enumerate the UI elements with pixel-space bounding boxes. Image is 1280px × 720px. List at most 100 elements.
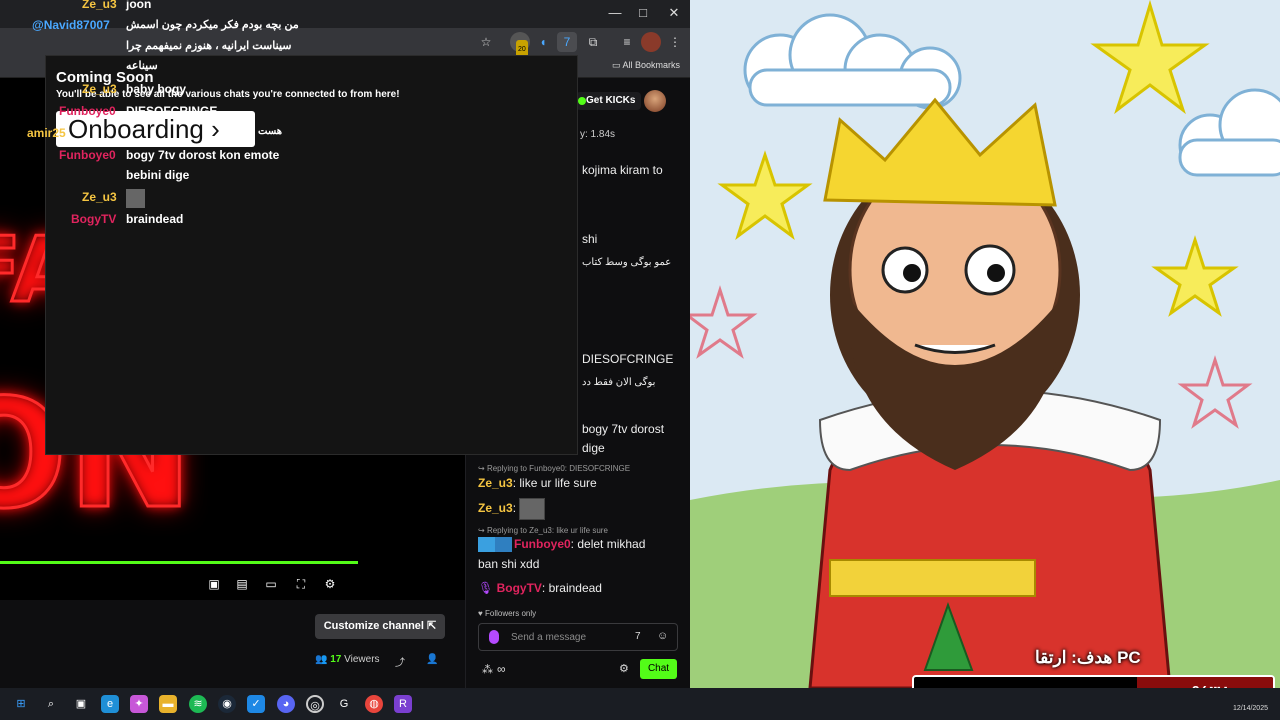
settings-gear-icon[interactable]: ⚙ [322,576,338,592]
overlay-username: Funboye0 [59,104,116,118]
stream-delay: y: 1.84s [580,129,616,140]
goal-label: هدف: ارتقا PC [1035,648,1141,667]
fullscreen-icon[interactable]: ⛶ [293,576,309,592]
overlay-message: من بچه بودم فکر میکردم چون اسمش [126,19,299,31]
bookmark-star-icon[interactable]: ☆ [476,32,496,52]
infinity-icon[interactable]: ∞ [497,662,506,676]
overlay-message: سیناعه [126,60,158,72]
overlay-username: @Navid87007 [32,18,110,32]
user-avatar[interactable] [644,90,666,112]
overlay-message: bogy 7tv dorost kon emote [126,148,280,162]
overlay-message: joon [126,0,152,11]
all-bookmarks-link[interactable]: ▭ All Bookmarks [612,60,680,71]
taskbar-date: 12/14/2025 [1232,705,1268,712]
reading-list-icon[interactable]: ≡ [617,32,637,52]
chat-username[interactable]: Ze_u3 [478,501,513,515]
copilot-icon[interactable]: ✦ [130,695,148,713]
chat-message: Ze_u3: [478,498,546,520]
windows-start-icon[interactable]: ⊞ [12,695,30,713]
search-icon[interactable]: ⌕ [42,695,60,713]
chevron-right-icon: › [211,114,220,144]
chat-settings-gear-icon[interactable]: ⚙ [619,662,629,675]
video-progress-bar[interactable] [0,561,358,564]
chat-message: Funboye0: delet mikhad [478,537,645,553]
overlay-username: Ze_u3 [82,190,117,204]
chat-fragment: dige [582,441,605,455]
overlay-message: bebini dige [126,168,190,182]
audio-extension-icon[interactable]: ◖ [533,32,553,52]
chat-fragment: kojima kiram to [582,163,663,177]
badge-icon [495,537,512,553]
seventv-extension-icon[interactable]: 7 [557,32,577,52]
chat-message: Ze_u3: like ur life sure [478,476,597,490]
share-icon[interactable]: ⤴ [395,654,405,669]
chat-fragment: بوگی الان فقط دد [582,377,656,388]
followers-only-notice: ♥ Followers only [478,609,537,618]
chat-fragment: عمو بوگی وسط کتاب [582,257,672,268]
overlay-message: سیناست ایرانیه ، هنوزم نمیفهمم چرا [126,40,292,52]
king-drawing [690,0,1280,688]
browser-toolbar: ☆ 20 ◖ 7 ⧉ ≡ ⋮ [0,28,690,60]
menu-dots-icon[interactable]: ⋮ [665,32,685,52]
browser-window: — □ ✕ ☆ 20 ◖ 7 ⧉ ≡ ⋮ ▭ All Bookmarks FA … [0,0,690,688]
overlay-message: braindead [126,212,184,226]
chrome-icon[interactable]: ◍ [365,695,383,713]
send-message-input[interactable]: Send a message 7 ☺ [478,623,678,651]
emoji-icon[interactable]: ☺ [657,630,668,642]
folder-icon: ▭ [611,60,623,70]
minimize-button[interactable]: — [603,4,627,22]
get-kicks-button[interactable]: Get KICKs [576,92,641,110]
chat-message: 🎙 BogyTV: braindead [478,581,602,595]
profile-avatar-icon[interactable] [641,32,661,52]
obs-icon[interactable]: ◎ [306,695,324,713]
badge-icon [478,537,495,553]
r-app-icon[interactable]: R [394,695,412,713]
chat-username[interactable]: Funboye0 [514,537,571,551]
chat-fragment: DIESOFCRINGE [582,352,674,366]
maximize-button[interactable]: □ [631,4,655,22]
reply-context: ↪ Replying to Funboye0: DIESOFCRINGE [478,464,631,473]
close-button[interactable]: ✕ [662,4,686,22]
follow-user-icon[interactable]: 👤 [426,654,438,665]
desktop: — □ ✕ ☆ 20 ◖ 7 ⧉ ≡ ⋮ ▭ All Bookmarks FA … [0,0,1280,720]
spotify-icon[interactable]: ≋ [189,695,207,713]
mic-icon[interactable] [489,630,499,644]
microphone-badge-icon: 🎙 [478,581,494,595]
app-icon[interactable]: ✓ [247,695,265,713]
overlay-username: BogyTV [71,212,117,226]
customize-channel-button[interactable]: Customize channel ⇱ [315,614,445,639]
overlay-emote-image [126,189,145,208]
chat-username[interactable]: Ze_u3 [478,476,513,490]
extensions-puzzle-icon[interactable]: ⧉ [583,32,603,52]
overlay-username: Ze_u3 [82,82,117,96]
chat-fragment: shi [582,232,598,246]
extension-badge-icon[interactable]: 20 [510,32,530,60]
overlay-username: amir25 [27,126,66,140]
connection-icon[interactable]: ⁂ [482,663,493,676]
edge-icon[interactable]: e [101,695,119,713]
overlay-username: Ze_u3 [82,0,117,11]
task-view-icon[interactable]: ▣ [72,695,90,713]
seventv-emote-icon[interactable]: 7 [635,631,641,642]
coming-soon-popup: Coming Soon You'll be able to see all th… [45,55,578,455]
logitech-icon[interactable]: G [335,695,353,713]
clip-icon[interactable]: ▤ [234,576,250,592]
emote-image [519,498,546,520]
stream-artwork [690,0,1280,688]
viewers-count: 👥 17 Viewers [315,654,380,665]
mini-player-icon[interactable]: ▣ [206,576,222,592]
overlay-username: Funboye0 [59,148,116,162]
steam-icon[interactable]: ◉ [218,695,236,713]
theater-mode-icon[interactable]: ▭ [263,576,279,592]
chat-message-continued: ban shi xdd [478,557,540,571]
file-explorer-icon[interactable]: ▬ [159,695,177,713]
overlay-message: DIESOFCRINGE [126,104,218,118]
player-controls: ▣ ▤ ▭ ⛶ ⚙ [196,576,346,592]
external-link-icon: ⇱ [427,620,437,632]
overlay-message: baby bogy [126,82,187,96]
chat-username[interactable]: BogyTV [497,581,542,595]
users-icon: 👥 [315,654,331,665]
chat-send-button[interactable]: Chat [640,659,677,679]
taskbar: ⊞ ⌕ ▣ e ✦ ▬ ≋ ◉ ✓ ◕ ◎ G ◍ R 12/14/2025 [0,688,1280,720]
discord-icon[interactable]: ◕ [277,695,295,713]
